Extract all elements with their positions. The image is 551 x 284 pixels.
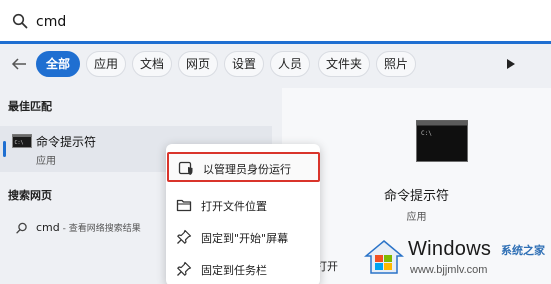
filter-row: 全部 应用 文档 网页 设置 人员 文件夹 照片 [0,48,551,80]
search-bar[interactable] [0,0,551,44]
context-menu: 以管理员身份运行 打开文件位置 固定到"开始"屏幕 固定到任务栏 [166,144,320,284]
best-match-heading: 最佳匹配 [8,100,52,113]
detail-title: 命令提示符 [383,189,449,204]
web-search-query: cmd - 查看网络搜索结果 [36,221,141,234]
best-match-title: 命令提示符 [36,135,97,149]
scroll-right-icon[interactable] [506,58,516,70]
filter-documents[interactable]: 文档 [132,51,172,77]
filter-folders[interactable]: 文件夹 [318,51,370,77]
filter-web[interactable]: 网页 [178,51,218,77]
filter-photos[interactable]: 照片 [376,51,416,77]
pin-to-start-item[interactable]: 固定到"开始"屏幕 [166,222,320,252]
watermark-brand: Windows [408,238,492,260]
svg-text:C:\: C:\ [421,130,432,137]
pin-to-start-label: 固定到"开始"屏幕 [201,232,289,245]
search-input[interactable] [36,10,516,34]
detail-subtitle: 应用 [406,212,427,223]
watermark-site-name: 系统之家 [501,244,545,257]
best-match-subtitle: 应用 [36,156,56,167]
search-icon [12,13,28,29]
web-search-heading: 搜索网页 [8,189,52,202]
web-query-text: cmd [36,221,60,234]
svg-text:C:\: C:\ [15,140,24,146]
back-arrow-icon[interactable] [10,55,28,73]
pin-to-taskbar-item[interactable]: 固定到任务栏 [166,254,320,284]
terminal-icon: C:\ [12,134,32,148]
search-icon [16,222,27,234]
filter-people[interactable]: 人员 [270,51,310,77]
pin-to-taskbar-label: 固定到任务栏 [201,264,267,277]
pin-icon [177,229,192,244]
run-as-admin-item[interactable]: 以管理员身份运行 [167,152,320,182]
filter-settings[interactable]: 设置 [224,51,264,77]
selection-indicator [3,141,6,157]
watermark-url: www.bjjmlv.com [410,264,488,276]
windows-logo-icon [364,240,404,274]
open-file-location-item[interactable]: 打开文件位置 [166,190,320,220]
watermark: Windows 系统之家 www.bjjmlv.com [358,232,551,284]
filter-apps[interactable]: 应用 [86,51,126,77]
filter-all[interactable]: 全部 [36,51,80,77]
folder-icon [176,199,192,212]
terminal-large-icon: C:\ [416,120,468,162]
run-as-admin-label: 以管理员身份运行 [203,163,291,176]
web-query-hint: - 查看网络搜索结果 [59,224,141,234]
pin-icon [177,261,192,276]
admin-shield-icon [178,161,193,175]
open-file-location-label: 打开文件位置 [201,200,267,213]
